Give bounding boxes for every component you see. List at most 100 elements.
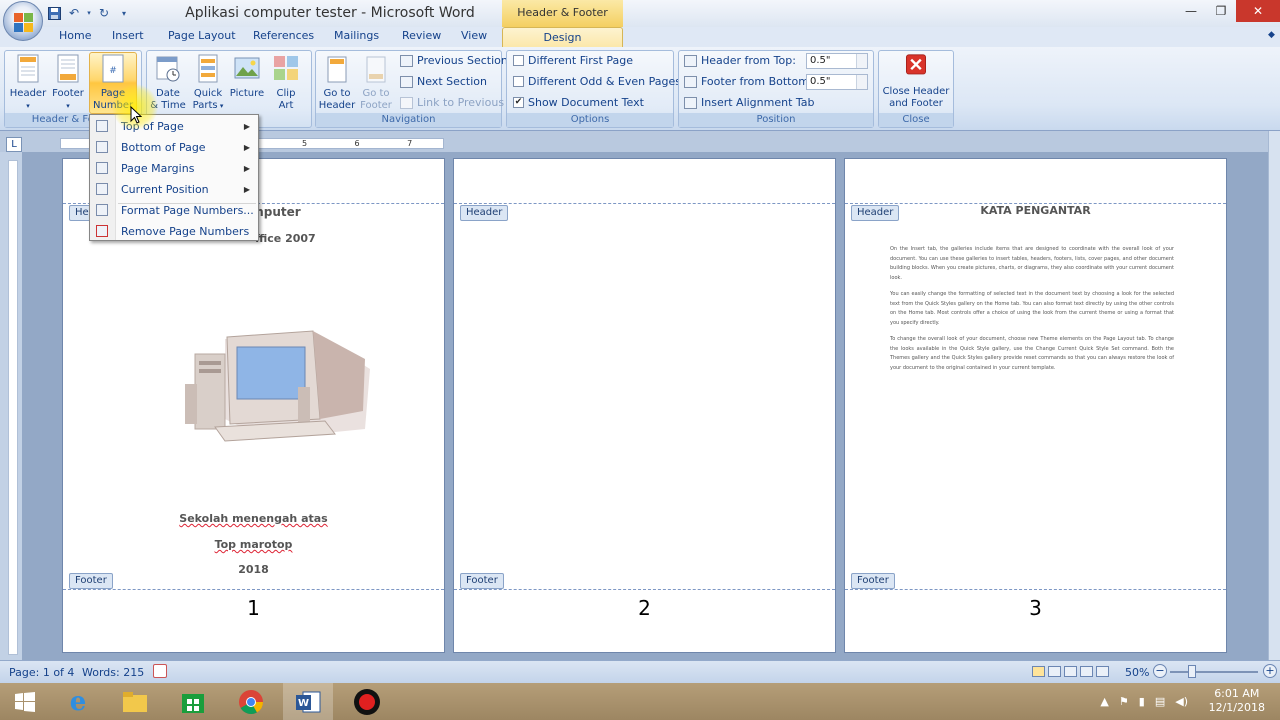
- link-icon: [400, 96, 413, 109]
- go-to-header-button[interactable]: Go to Header: [317, 54, 357, 112]
- different-first-page-checkbox[interactable]: [513, 55, 524, 66]
- close-red-x-icon: [906, 54, 926, 75]
- office-button[interactable]: [3, 1, 43, 41]
- taskbar: e W ▲ ⚑ ▮ ▤ ◀) 6:01 AM 12/1/2018: [0, 683, 1280, 720]
- menu-item-current-position[interactable]: Current Position ▶: [90, 179, 258, 199]
- internet-explorer-icon[interactable]: e: [53, 683, 103, 720]
- tray-expand-icon[interactable]: ▲: [1100, 695, 1108, 708]
- previous-section-button[interactable]: Previous Section: [400, 54, 508, 67]
- vertical-ruler[interactable]: [8, 160, 18, 655]
- show-document-text-label: Show Document Text: [528, 96, 644, 109]
- zoom-in-icon[interactable]: +: [1263, 664, 1277, 678]
- document-subtitle-fragment: ffice 2007: [255, 232, 316, 245]
- page-3[interactable]: Header KATA PENGANTAR On the Insert tab,…: [844, 158, 1227, 653]
- footer-boundary: [454, 589, 835, 590]
- store-icon[interactable]: [168, 683, 218, 720]
- header-from-top-label: Header from Top:: [701, 54, 796, 67]
- clock-time: 6:01 AM: [1214, 687, 1260, 700]
- zoom-out-icon[interactable]: −: [1153, 664, 1167, 678]
- go-to-header-label-1: Go to: [323, 88, 351, 99]
- different-odd-even-option[interactable]: Different Odd & Even Pages: [513, 75, 681, 88]
- footer-from-bottom-spinner[interactable]: 0.5": [806, 74, 868, 90]
- link-to-previous-button[interactable]: Link to Previous: [400, 96, 504, 109]
- previous-section-icon: [400, 54, 413, 67]
- taskbar-clock[interactable]: 6:01 AM 12/1/2018: [1209, 687, 1265, 715]
- insert-alignment-tab-label: Insert Alignment Tab: [701, 96, 815, 109]
- picture-button[interactable]: Picture: [227, 54, 267, 100]
- group-label-navigation: Navigation: [316, 113, 501, 127]
- tab-insert[interactable]: Insert: [112, 29, 144, 42]
- show-document-text-option[interactable]: ✔ Show Document Text: [513, 96, 644, 109]
- ruler-mark: 7: [407, 139, 413, 148]
- tab-view[interactable]: View: [461, 29, 487, 42]
- close-icon[interactable]: ✕: [1236, 0, 1280, 22]
- volume-icon[interactable]: ◀): [1175, 695, 1188, 708]
- draft-icon[interactable]: [1096, 666, 1109, 677]
- go-to-footer-button[interactable]: Go to Footer: [356, 54, 396, 112]
- header-from-top-spinner[interactable]: 0.5": [806, 53, 868, 69]
- tab-references[interactable]: References: [253, 29, 314, 42]
- contextual-tab-group-label: Header & Footer Tools: [502, 0, 623, 45]
- insert-alignment-tab-button[interactable]: Insert Alignment Tab: [684, 96, 815, 109]
- tab-selector-icon[interactable]: L: [6, 137, 22, 152]
- tab-page-layout[interactable]: Page Layout: [168, 29, 236, 42]
- zoom-slider-thumb[interactable]: [1188, 665, 1196, 678]
- menu-item-page-margins[interactable]: Page Margins ▶: [90, 158, 258, 178]
- go-to-footer-label-2: Footer: [360, 100, 392, 111]
- proofing-icon[interactable]: [153, 664, 167, 678]
- outline-icon[interactable]: [1080, 666, 1093, 677]
- zoom-level[interactable]: 50%: [1125, 666, 1149, 679]
- page-count-status[interactable]: Page: 1 of 4: [9, 666, 74, 679]
- go-to-footer-label-1: Go to: [362, 88, 390, 99]
- next-section-button[interactable]: Next Section: [400, 75, 487, 88]
- tab-home[interactable]: Home: [59, 29, 91, 42]
- different-odd-even-checkbox[interactable]: [513, 76, 524, 87]
- clip-art-button[interactable]: Clip Art: [266, 54, 306, 112]
- flag-icon[interactable]: ⚑: [1119, 695, 1129, 708]
- restore-icon[interactable]: ❐: [1206, 0, 1236, 22]
- show-document-text-checkbox[interactable]: ✔: [513, 97, 524, 108]
- different-first-page-option[interactable]: Different First Page: [513, 54, 633, 67]
- menu-item-format-page-numbers[interactable]: Format Page Numbers...: [90, 200, 258, 220]
- author-text: Top marotop: [214, 538, 293, 551]
- file-explorer-icon[interactable]: [110, 683, 160, 720]
- chrome-icon[interactable]: [226, 683, 276, 720]
- clip-art-icon: [274, 56, 298, 80]
- school-name-text: Sekolah menengah atas: [179, 512, 328, 525]
- word-count-status[interactable]: Words: 215: [82, 666, 144, 679]
- close-header-footer-button[interactable]: Close Header and Footer: [880, 54, 952, 110]
- bottom-of-page-icon: [96, 141, 108, 153]
- full-screen-reading-icon[interactable]: [1048, 666, 1061, 677]
- battery-icon[interactable]: ▮: [1139, 695, 1145, 708]
- recorder-icon[interactable]: [342, 683, 392, 720]
- network-icon[interactable]: ▤: [1155, 695, 1165, 708]
- page-number-icon: #: [102, 54, 124, 83]
- help-icon[interactable]: ◆: [1268, 30, 1278, 42]
- menu-item-label: Format Page Numbers...: [121, 203, 254, 217]
- footer-button[interactable]: Footer ▾: [48, 54, 88, 112]
- zoom-slider[interactable]: [1170, 671, 1258, 673]
- windows-start-icon[interactable]: [0, 683, 50, 720]
- vertical-scrollbar[interactable]: [1268, 131, 1280, 661]
- different-first-page-label: Different First Page: [528, 54, 633, 67]
- tab-review[interactable]: Review: [402, 29, 441, 42]
- tab-design[interactable]: Design: [502, 27, 623, 48]
- header-icon: [17, 54, 39, 83]
- word-icon[interactable]: W: [283, 683, 333, 720]
- quick-parts-button[interactable]: Quick Parts ▾: [188, 54, 228, 112]
- submenu-arrow-icon: ▶: [243, 163, 250, 173]
- web-layout-icon[interactable]: [1064, 666, 1077, 677]
- header-button[interactable]: Header ▾: [8, 54, 48, 112]
- minimize-icon[interactable]: —: [1176, 0, 1206, 22]
- header-tag: Header: [460, 205, 509, 221]
- page-2[interactable]: Header Footer 2: [453, 158, 836, 653]
- current-position-icon: [96, 183, 108, 195]
- link-to-previous-label: Link to Previous: [417, 96, 505, 109]
- mouse-pointer-icon: [130, 106, 142, 124]
- clip-art-label-1: Clip: [276, 88, 296, 99]
- tab-mailings[interactable]: Mailings: [334, 29, 379, 42]
- menu-item-bottom-of-page[interactable]: Bottom of Page ▶: [90, 137, 258, 157]
- year-text: 2018: [238, 563, 269, 576]
- print-layout-icon[interactable]: [1032, 666, 1045, 677]
- menu-item-remove-page-numbers[interactable]: Remove Page Numbers: [90, 221, 258, 241]
